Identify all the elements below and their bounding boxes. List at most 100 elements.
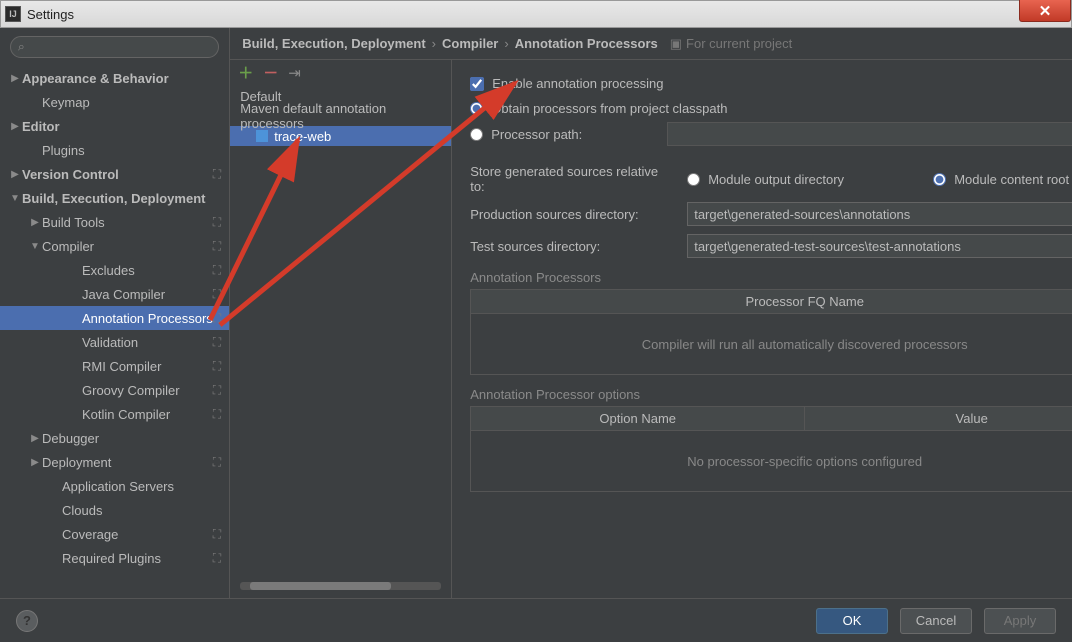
ok-button[interactable]: OK [816,608,888,634]
tree-item-build-tools[interactable]: Build Tools⛶ [0,210,229,234]
tree-item-label: Build Tools [42,215,213,230]
tree-item-label: Keymap [42,95,221,110]
tree-item-label: Appearance & Behavior [22,71,221,86]
tree-item-label: Clouds [62,503,221,518]
tree-item-label: Debugger [42,431,221,446]
expand-arrow-icon [8,193,22,204]
tree-item-excludes[interactable]: Excludes⛶ [0,258,229,282]
expand-arrow-icon [8,73,22,84]
breadcrumb: Build, Execution, Deployment › Compiler … [230,28,1072,60]
tree-item-label: Groovy Compiler [82,383,213,398]
obtain-classpath-label: Obtain processors from project classpath [491,101,727,116]
options-empty-text: No processor-specific options configured [471,431,1072,491]
project-scope-icon: ⛶ [213,407,221,422]
tree-item-compiler[interactable]: Compiler⛶ [0,234,229,258]
profile-item[interactable]: Maven default annotation processors [230,106,451,126]
expand-arrow-icon [28,433,42,444]
breadcrumb-seg: Build, Execution, Deployment [242,36,425,51]
apply-button[interactable]: Apply [984,608,1056,634]
tree-item-keymap[interactable]: Keymap [0,90,229,114]
tree-item-label: RMI Compiler [82,359,213,374]
obtain-classpath-radio[interactable] [470,102,483,115]
tree-item-version-control[interactable]: Version Control⛶ [0,162,229,186]
tree-item-application-servers[interactable]: Application Servers [0,474,229,498]
module-output-radio[interactable] [687,173,700,186]
profile-panel: ＋ － ⇥ Default Maven default annotation p… [230,60,452,598]
tree-item-rmi-compiler[interactable]: RMI Compiler⛶ [0,354,229,378]
add-profile-button[interactable]: ＋ [238,66,253,81]
tree-item-label: Validation [82,335,213,350]
processor-path-radio[interactable] [470,128,483,141]
processors-section-title: Annotation Processors [470,270,1072,285]
module-content-radio[interactable] [933,173,946,186]
expand-arrow-icon [8,121,22,132]
processors-table[interactable]: Processor FQ Name Compiler will run all … [470,289,1072,375]
options-table[interactable]: Option Name Value No processor-specific … [470,406,1072,492]
enable-annotation-label: Enable annotation processing [492,76,663,91]
processor-path-input[interactable] [667,122,1072,146]
tree-item-label: Kotlin Compiler [82,407,213,422]
tree-item-debugger[interactable]: Debugger [0,426,229,450]
tree-item-label: Application Servers [62,479,221,494]
tree-item-label: Deployment [42,455,213,470]
store-relative-label: Store generated sources relative to: [470,164,675,194]
tree-item-label: Annotation Processors [82,311,213,326]
tree-item-label: Java Compiler [82,287,213,302]
tree-item-label: Version Control [22,167,213,182]
tree-item-annotation-processors[interactable]: Annotation Processors⛶ [0,306,229,330]
tree-item-coverage[interactable]: Coverage⛶ [0,522,229,546]
tree-item-appearance-behavior[interactable]: Appearance & Behavior [0,66,229,90]
project-scope-icon: ⛶ [213,527,221,542]
project-scope-icon: ⛶ [213,335,221,350]
help-button[interactable]: ? [16,610,38,632]
tree-item-java-compiler[interactable]: Java Compiler⛶ [0,282,229,306]
module-icon [256,130,268,142]
processor-path-label: Processor path: [491,127,667,142]
tree-item-required-plugins[interactable]: Required Plugins⛶ [0,546,229,570]
tree-item-deployment[interactable]: Deployment⛶ [0,450,229,474]
titlebar: IJ Settings ✕ [0,0,1072,28]
tree-item-groovy-compiler[interactable]: Groovy Compiler⛶ [0,378,229,402]
remove-profile-button[interactable]: － [263,66,278,81]
project-scope-icon: ⛶ [213,263,221,278]
breadcrumb-seg: Compiler [442,36,498,51]
processors-empty-text: Compiler will run all automatically disc… [471,314,1072,374]
annotation-settings-panel: Enable annotation processing Obtain proc… [452,60,1072,598]
test-src-input[interactable] [687,234,1072,258]
breadcrumb-seg: Annotation Processors [515,36,658,51]
project-scope-icon: ⛶ [213,359,221,374]
project-scope-icon: ⛶ [213,167,221,182]
cancel-button[interactable]: Cancel [900,608,972,634]
project-scope-icon: ⛶ [213,215,221,230]
enable-annotation-checkbox[interactable] [470,77,484,91]
close-button[interactable]: ✕ [1019,0,1071,22]
project-scope-icon: ⛶ [213,383,221,398]
settings-sidebar: ⌕ Appearance & Behavior Keymap Editor Plugi… [0,28,230,598]
test-src-label: Test sources directory: [470,239,675,254]
search-input[interactable] [10,36,219,58]
prod-src-input[interactable] [687,202,1072,226]
tree-item-clouds[interactable]: Clouds [0,498,229,522]
options-col-value: Value [805,407,1072,430]
tree-item-build-execution-deployment[interactable]: Build, Execution, Deployment [0,186,229,210]
project-scope-icon: ⛶ [213,287,221,302]
tree-item-label: Compiler [42,239,213,254]
settings-tree[interactable]: Appearance & Behavior Keymap Editor Plugins… [0,66,229,598]
project-icon: ▣ [670,36,682,52]
move-module-button[interactable]: ⇥ [288,66,301,81]
horizontal-scrollbar[interactable] [240,582,441,590]
tree-item-label: Excludes [82,263,213,278]
expand-arrow-icon [8,169,22,180]
project-scope-icon: ⛶ [213,551,221,566]
expand-arrow-icon [28,241,42,252]
window-title: Settings [27,7,74,22]
breadcrumb-hint: ▣ For current project [670,36,793,52]
button-bar: ? OK Cancel Apply [0,598,1072,642]
tree-item-validation[interactable]: Validation⛶ [0,330,229,354]
tree-item-label: Coverage [62,527,213,542]
tree-item-editor[interactable]: Editor [0,114,229,138]
search-icon: ⌕ [18,40,25,55]
tree-item-plugins[interactable]: Plugins [0,138,229,162]
tree-item-label: Plugins [42,143,221,158]
tree-item-kotlin-compiler[interactable]: Kotlin Compiler⛶ [0,402,229,426]
